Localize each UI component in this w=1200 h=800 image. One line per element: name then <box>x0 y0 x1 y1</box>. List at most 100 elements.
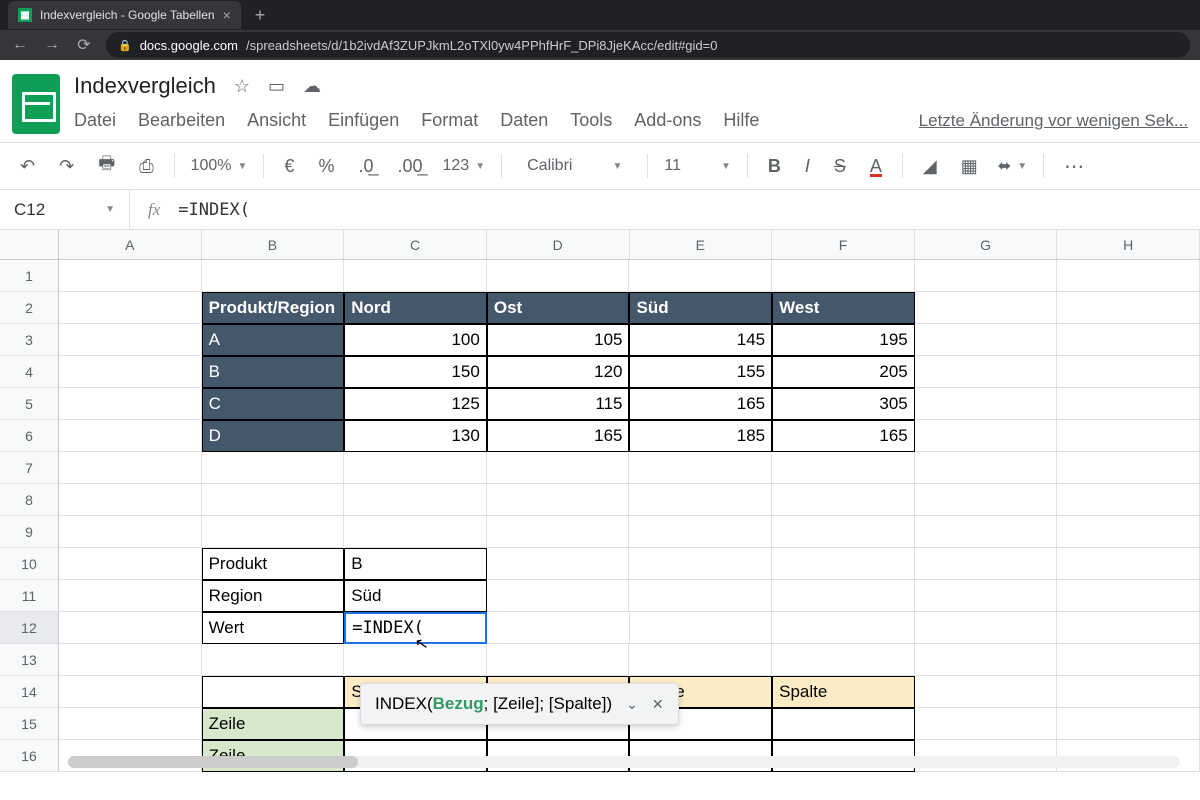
back-button[interactable]: ← <box>10 36 30 54</box>
paint-format-button[interactable]: ⎙ <box>135 154 157 179</box>
table-header[interactable]: Süd <box>629 292 772 324</box>
borders-button[interactable]: ▦ <box>957 154 982 179</box>
table-row-label[interactable]: A <box>202 324 345 356</box>
document-title[interactable]: Indexvergleich <box>74 73 216 99</box>
browser-tab[interactable]: ▦ Indexvergleich - Google Tabellen × <box>8 1 241 29</box>
currency-button[interactable]: € <box>280 154 298 179</box>
data-cell[interactable]: 165 <box>772 420 915 452</box>
row-header[interactable]: 5 <box>0 388 59 420</box>
col-header-g[interactable]: G <box>915 230 1058 259</box>
row-header[interactable]: 1 <box>0 260 59 292</box>
matrix-row-label[interactable]: Zeile <box>202 708 345 740</box>
row-header[interactable]: 16 <box>0 740 59 772</box>
data-cell[interactable]: 165 <box>629 388 772 420</box>
close-tab-icon[interactable]: × <box>223 7 231 23</box>
star-icon[interactable]: ☆ <box>234 76 250 97</box>
text-color-button[interactable]: A <box>866 154 886 179</box>
lookup-label[interactable]: Wert <box>202 612 345 644</box>
url-input[interactable]: 🔒 docs.google.com/spreadsheets/d/1b2ivdA… <box>106 32 1190 58</box>
table-header[interactable]: Produkt/Region <box>202 292 345 324</box>
data-cell[interactable]: 115 <box>487 388 630 420</box>
formula-input[interactable]: =INDEX( <box>178 200 250 220</box>
row-header[interactable]: 6 <box>0 420 59 452</box>
data-cell[interactable]: 165 <box>487 420 630 452</box>
redo-button[interactable]: ↷ <box>55 154 78 179</box>
bold-button[interactable]: B <box>764 154 785 179</box>
col-header-b[interactable]: B <box>202 230 345 259</box>
col-header-a[interactable]: A <box>59 230 202 259</box>
table-header[interactable]: Ost <box>487 292 630 324</box>
merge-button[interactable]: ⬌▼ <box>998 156 1027 176</box>
col-header-c[interactable]: C <box>344 230 487 259</box>
data-cell[interactable]: 145 <box>629 324 772 356</box>
data-cell[interactable]: 100 <box>344 324 487 356</box>
row-header[interactable]: 12 <box>0 612 59 644</box>
zoom-select[interactable]: 100%▼ <box>191 157 248 175</box>
select-all-corner[interactable] <box>0 230 59 259</box>
data-cell[interactable]: 155 <box>629 356 772 388</box>
font-size-select[interactable]: 11▼ <box>664 157 731 175</box>
data-cell[interactable]: 120 <box>487 356 630 388</box>
number-format-select[interactable]: 123▼ <box>443 157 486 175</box>
data-cell[interactable]: 150 <box>344 356 487 388</box>
table-row-label[interactable]: B <box>202 356 345 388</box>
data-cell[interactable]: 105 <box>487 324 630 356</box>
table-header[interactable]: Nord <box>344 292 487 324</box>
row-header[interactable]: 2 <box>0 292 59 324</box>
fill-color-button[interactable]: ◢ <box>919 154 941 179</box>
undo-button[interactable]: ↶ <box>16 154 39 179</box>
table-row-label[interactable]: D <box>202 420 345 452</box>
col-header-e[interactable]: E <box>630 230 773 259</box>
menu-format[interactable]: Format <box>421 110 478 131</box>
row-header[interactable]: 13 <box>0 644 59 676</box>
row-header[interactable]: 10 <box>0 548 59 580</box>
sheets-logo-icon[interactable] <box>12 74 60 134</box>
move-icon[interactable]: ▭ <box>268 76 285 97</box>
matrix-header[interactable]: Spalte <box>772 676 915 708</box>
data-cell[interactable]: 185 <box>629 420 772 452</box>
row-header[interactable]: 15 <box>0 708 59 740</box>
menu-einfugen[interactable]: Einfügen <box>328 110 399 131</box>
table-header[interactable]: West <box>772 292 915 324</box>
row-header[interactable]: 14 <box>0 676 59 708</box>
data-cell[interactable]: 305 <box>772 388 915 420</box>
menu-daten[interactable]: Daten <box>500 110 548 131</box>
tooltip-expand-icon[interactable]: ⌄ <box>626 696 638 713</box>
row-header[interactable]: 11 <box>0 580 59 612</box>
decrease-decimal-button[interactable]: .0̲ <box>354 154 377 179</box>
lookup-label[interactable]: Region <box>202 580 345 612</box>
italic-button[interactable]: I <box>801 154 814 179</box>
data-cell[interactable]: 125 <box>344 388 487 420</box>
row-header[interactable]: 3 <box>0 324 59 356</box>
reload-button[interactable]: ⟳ <box>74 35 94 55</box>
horizontal-scrollbar[interactable] <box>68 756 1180 768</box>
menu-tools[interactable]: Tools <box>570 110 612 131</box>
cloud-icon[interactable]: ☁ <box>303 76 321 97</box>
menu-datei[interactable]: Datei <box>74 110 116 131</box>
col-header-h[interactable]: H <box>1057 230 1200 259</box>
last-edit-link[interactable]: Letzte Änderung vor wenigen Sek... <box>919 111 1188 131</box>
percent-button[interactable]: % <box>314 154 338 179</box>
lookup-value[interactable]: Süd <box>344 580 487 612</box>
tooltip-close-icon[interactable]: ✕ <box>652 696 664 713</box>
row-header[interactable]: 8 <box>0 484 59 516</box>
new-tab-button[interactable]: + <box>241 5 280 26</box>
strikethrough-button[interactable]: S <box>830 154 850 179</box>
increase-decimal-button[interactable]: .00̲ <box>393 154 426 179</box>
lookup-label[interactable]: Produkt <box>202 548 345 580</box>
menu-addons[interactable]: Add-ons <box>634 110 701 131</box>
name-box[interactable]: C12▼ <box>0 190 130 229</box>
row-header[interactable]: 9 <box>0 516 59 548</box>
col-header-f[interactable]: F <box>772 230 915 259</box>
data-cell[interactable]: 195 <box>772 324 915 356</box>
row-header[interactable]: 4 <box>0 356 59 388</box>
data-cell[interactable]: 205 <box>772 356 915 388</box>
menu-ansicht[interactable]: Ansicht <box>247 110 306 131</box>
font-select[interactable]: Calibri▼ <box>518 154 631 178</box>
forward-button[interactable]: → <box>42 36 62 54</box>
scrollbar-thumb[interactable] <box>68 756 358 768</box>
table-row-label[interactable]: C <box>202 388 345 420</box>
lookup-value[interactable]: B <box>344 548 487 580</box>
col-header-d[interactable]: D <box>487 230 630 259</box>
row-header[interactable]: 7 <box>0 452 59 484</box>
